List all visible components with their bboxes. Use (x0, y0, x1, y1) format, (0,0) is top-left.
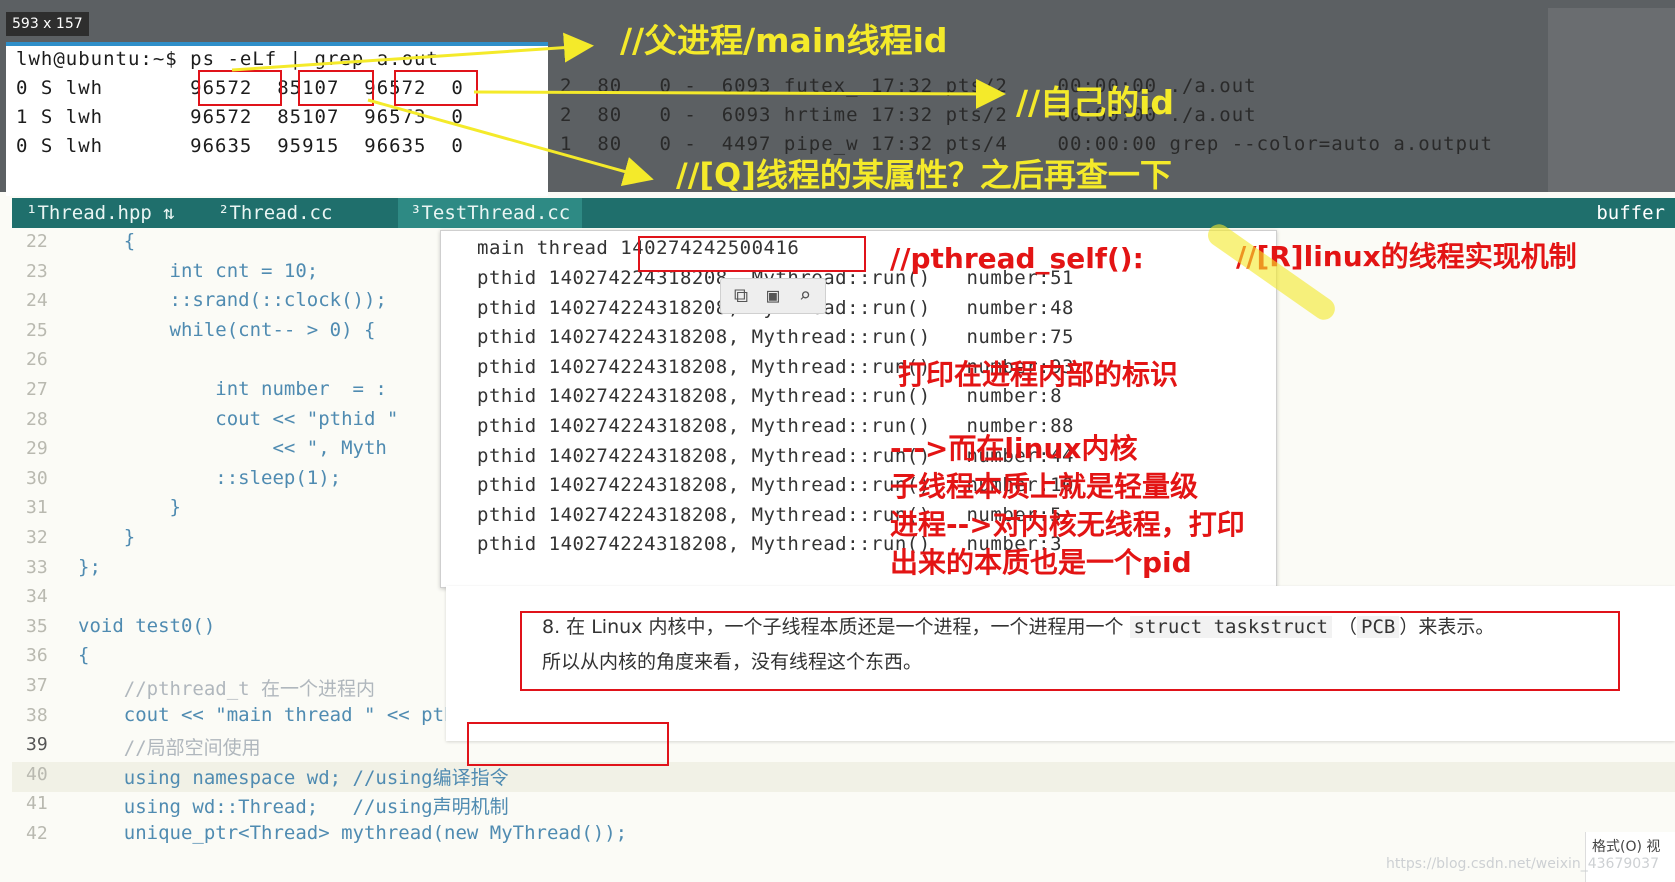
copy-icon[interactable]: ⧉ (729, 283, 753, 307)
code-line[interactable]: { (78, 644, 89, 666)
annotation-q-attribute: //[Q]线程的某属性？之后再查一下 (676, 156, 1172, 194)
code-line[interactable]: ::sleep(1); (78, 467, 341, 489)
watermark: https://blog.csdn.net/weixin_43679037 (1385, 856, 1659, 872)
annotation-kernel-1: --->而在linux内核 (890, 432, 1138, 465)
format-menu-label[interactable]: 格式(O) 视 (1592, 836, 1660, 856)
tab-testthread-cc[interactable]: ³TestThread.cc (398, 198, 583, 228)
line-number: 42 (26, 823, 48, 844)
line-number: 31 (26, 497, 48, 519)
code-line[interactable]: int number = : (78, 378, 387, 400)
code-line[interactable]: } (78, 496, 181, 518)
highlight-box-main-thread-id (638, 236, 866, 272)
line-number: 24 (26, 290, 48, 312)
terminal-row: 0 S lwh 96635 95915 96635 0 (16, 135, 464, 157)
paste-icon[interactable]: ▣ (761, 283, 785, 307)
highlight-box-ppid (298, 70, 374, 106)
code-line[interactable]: ::srand(::clock()); (78, 289, 387, 311)
code-line[interactable]: cout << "pthid " (78, 408, 398, 430)
code-line[interactable]: << ", Myth (78, 437, 386, 459)
line-number: 33 (26, 556, 48, 578)
highlight-box-pthread-self (467, 722, 669, 766)
editor-tab-bar: ¹Thread.hpp ⇅ ²Thread.cc ³TestThread.cc … (12, 198, 1675, 228)
line-number: 39 (26, 734, 48, 756)
terminal-window[interactable]: lwh@ubuntu:~$ ps -eLf | grep a.out 0 S l… (6, 42, 548, 196)
line-number: 22 (26, 231, 48, 252)
annotation-kernel-3: 进程-->对内核无线程，打印 (890, 508, 1245, 541)
terminal-row: 1 S lwh 96572 85107 96573 0 (16, 106, 464, 128)
line-number: 26 (26, 349, 48, 371)
code-line[interactable]: using wd::Thread; //using声明机制 (78, 792, 509, 819)
output-row: pthid 140274224318208, Mythread::run() n… (477, 326, 1074, 349)
line-number: 38 (26, 704, 48, 726)
code-line[interactable]: }; (78, 556, 101, 578)
line-number: 37 (26, 675, 48, 696)
code-line[interactable]: using namespace wd; //using编译指令 (78, 763, 509, 790)
line-number: 27 (26, 379, 48, 400)
annotation-kernel-2: 子线程本质上就是轻量级 (890, 470, 1199, 503)
annotation-pthread-self: //pthread_self(): (890, 242, 1144, 275)
line-number: 35 (26, 615, 48, 637)
code-line[interactable]: } (78, 526, 135, 548)
annotation-kernel-4: 出来的本质也是一个pid (890, 546, 1192, 579)
line-number: 28 (26, 408, 48, 430)
highlight-box-note (520, 611, 1620, 691)
search-icon[interactable]: ⌕ (793, 283, 817, 307)
line-number: 25 (26, 319, 48, 341)
annotation-print-inside: 打印在进程内部的标识 (898, 358, 1179, 391)
copy-toolbar: ⧉ ▣ ⌕ (720, 278, 826, 314)
highlight-box-lwp (394, 70, 478, 106)
line-number: 29 (26, 438, 48, 460)
highlight-box-pid (198, 70, 282, 106)
code-line[interactable]: //pthread_t 在一个进程内 (78, 674, 375, 701)
code-line[interactable]: unique_ptr<Thread> mythread(new MyThread… (78, 822, 627, 844)
annotation-parent-id: //父进程/main线程id (620, 21, 948, 60)
terminal-prompt-line: lwh@ubuntu:~$ ps -eLf | grep a.out (16, 48, 439, 70)
line-number: 40 (26, 763, 48, 785)
code-line[interactable]: { (78, 230, 135, 252)
buffer-indicator: buffer (1596, 202, 1665, 224)
annotation-self-id: //自己的id (1016, 83, 1175, 122)
line-number: 23 (26, 260, 48, 282)
code-line[interactable]: //局部空间使用 (78, 733, 261, 760)
line-number: 34 (26, 586, 48, 608)
line-number: 41 (26, 793, 48, 815)
code-line[interactable]: while(cnt-- > 0) { (78, 319, 376, 341)
tab-thread-cc[interactable]: ²Thread.cc (218, 198, 332, 228)
capture-size-badge: 593 x 157 (6, 12, 89, 36)
line-number: 32 (26, 527, 48, 548)
line-number: 30 (26, 467, 48, 489)
tab-thread-hpp[interactable]: ¹Thread.hpp ⇅ (26, 198, 175, 228)
code-line[interactable]: int cnt = 10; (78, 260, 319, 282)
code-line[interactable]: void test0() (78, 615, 215, 637)
line-number: 36 (26, 645, 48, 667)
